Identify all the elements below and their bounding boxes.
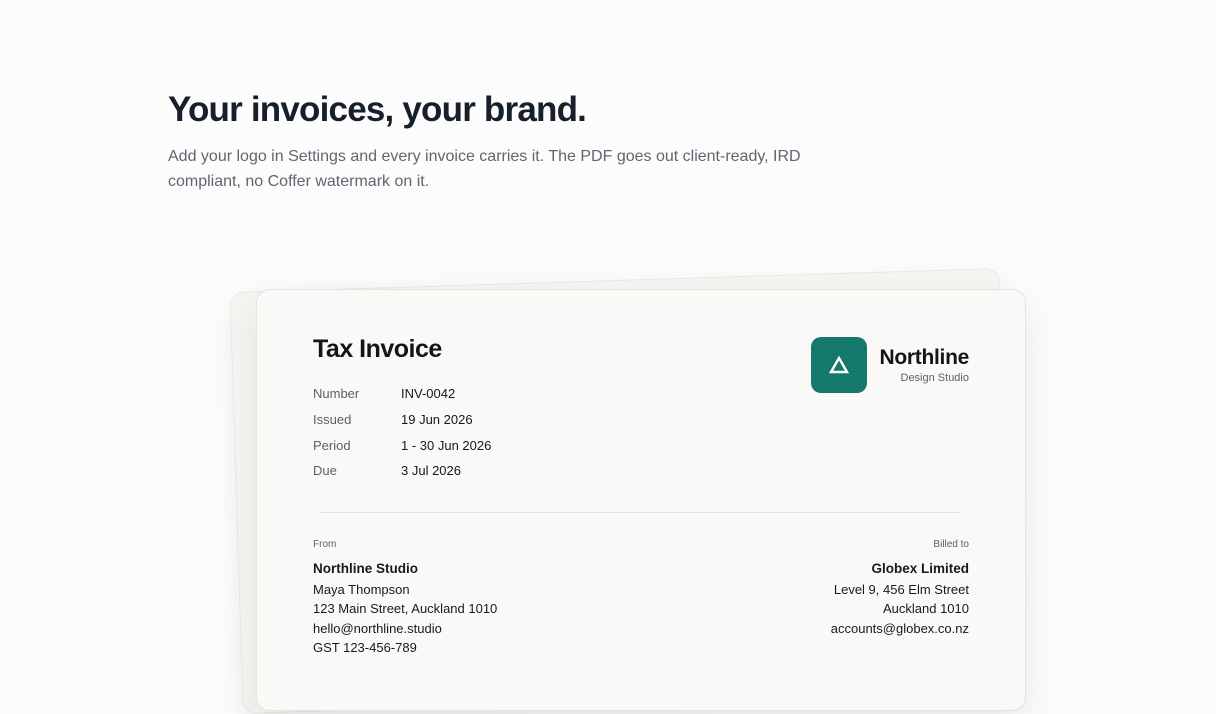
from-label: From: [313, 539, 337, 550]
billed-to-label: Billed to: [933, 539, 969, 550]
invoice-meta: Number INV-0042 Issued 19 Jun 2026 Perio…: [313, 381, 491, 484]
billed-to-line: Auckland 1010: [882, 601, 969, 617]
from-name: Northline Studio: [313, 561, 418, 576]
meta-label: Number: [313, 386, 360, 402]
brand-subtitle: Design Studio: [900, 372, 970, 384]
from-line: GST 123-456-789: [313, 640, 417, 656]
brand-block: Northline Design Studio: [810, 337, 970, 393]
hero-subtitle: Add your logo in Settings and every invo…: [168, 148, 801, 190]
hero-title: Your invoices, your brand.: [168, 90, 587, 129]
billed-to-line: accounts@globex.co.nz: [830, 620, 969, 636]
meta-row-period: Period 1 - 30 Jun 2026: [313, 432, 491, 458]
meta-value: INV-0042: [401, 386, 456, 402]
from-line: Maya Thompson: [313, 581, 410, 597]
brand-text: Northline Design Studio: [879, 346, 970, 384]
brand-name: Northline: [879, 346, 970, 369]
divider: [321, 512, 961, 513]
from-line: hello@northline.studio: [313, 620, 442, 636]
meta-label: Issued: [313, 412, 352, 428]
brand-logo: [810, 337, 867, 393]
meta-label: Period: [313, 437, 351, 453]
meta-value: 1 - 30 Jun 2026: [401, 437, 492, 453]
triangle-logo-icon: [828, 355, 849, 374]
meta-label: Due: [313, 463, 337, 479]
from-block: From Northline Studio Maya Thompson 123 …: [313, 539, 497, 658]
invoice-title: Tax Invoice: [313, 335, 442, 363]
billed-to-name: Globex Limited: [871, 561, 969, 576]
from-line: 123 Main Street, Auckland 1010: [313, 601, 498, 617]
meta-row-due: Due 3 Jul 2026: [313, 458, 491, 484]
billed-to-block: Billed to Globex Limited Level 9, 456 El…: [831, 539, 969, 638]
meta-value: 19 Jun 2026: [401, 412, 473, 428]
meta-row-issued: Issued 19 Jun 2026: [313, 407, 491, 433]
billed-to-line: Level 9, 456 Elm Street: [833, 581, 969, 597]
hero-section: Your invoices, your brand. Add your logo…: [168, 88, 868, 194]
meta-value: 3 Jul 2026: [401, 463, 461, 479]
meta-row-number: Number INV-0042: [313, 381, 491, 407]
invoice-preview: Tax Invoice Number INV-0042 Issued 19 Ju…: [256, 289, 1026, 711]
